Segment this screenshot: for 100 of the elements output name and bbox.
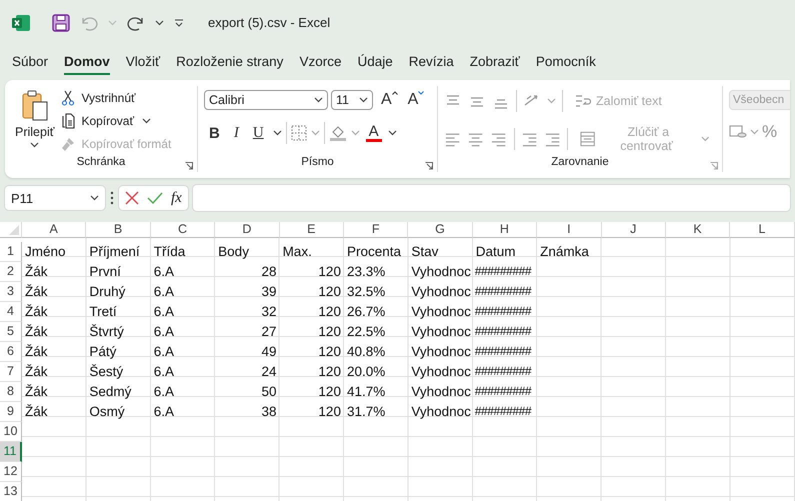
- column-header[interactable]: B: [86, 222, 151, 238]
- table-cell-text: 6.A: [152, 343, 176, 361]
- column-header[interactable]: I: [537, 222, 602, 238]
- more-options-icon[interactable]: [110, 191, 114, 205]
- row-header[interactable]: 11: [0, 442, 22, 462]
- excel-logo-icon: [12, 14, 30, 30]
- menu-tab[interactable]: Vzorce: [291, 50, 350, 72]
- table-cell-text: Žák: [24, 383, 49, 401]
- undo-icon[interactable]: [80, 14, 98, 30]
- table-cell-text: 32: [260, 303, 278, 321]
- table-cell-text: 6.A: [152, 403, 176, 421]
- table-cell-text: 120: [317, 383, 342, 401]
- table-cell-text: Datum: [474, 243, 516, 261]
- table-cell-text: Pátý: [88, 343, 118, 361]
- currency-caret-icon: [750, 129, 759, 135]
- row-header[interactable]: 2: [0, 262, 22, 282]
- orientation-caret-icon: [547, 98, 556, 104]
- table-cell-text: Vyhodnoc: [410, 363, 472, 381]
- column-header[interactable]: K: [666, 222, 730, 238]
- table-cell-text: Třída: [152, 243, 186, 261]
- down-caret-icon: [418, 91, 424, 95]
- table-cell-text: 6.A: [152, 383, 176, 401]
- row-header[interactable]: 12: [0, 462, 22, 482]
- align-center-icon[interactable]: [467, 131, 484, 147]
- row-header[interactable]: 1: [0, 242, 22, 262]
- table-cell-text: Sedmý: [88, 383, 132, 401]
- borders-icon[interactable]: [290, 125, 307, 141]
- clipboard-command[interactable]: Kopírovať: [58, 111, 174, 131]
- table-cell-text: 6.A: [152, 303, 176, 321]
- row-header[interactable]: 8: [0, 382, 22, 402]
- enter-check-icon[interactable]: [147, 191, 163, 205]
- decrease-indent-icon[interactable]: [520, 131, 538, 147]
- align-left-icon[interactable]: [444, 131, 462, 147]
- column-header[interactable]: J: [602, 222, 666, 238]
- align-right-icon[interactable]: [490, 131, 508, 147]
- table-cell-text: Příjmení: [88, 243, 141, 261]
- menu-tab[interactable]: Revízia: [400, 50, 462, 72]
- row-header[interactable]: 6: [0, 342, 22, 362]
- customize-toolbar-icon[interactable]: [174, 18, 184, 28]
- row-header[interactable]: 9: [0, 402, 22, 422]
- currency-format-icon[interactable]: [729, 124, 747, 140]
- up-caret-icon: [392, 91, 398, 95]
- table-cell-text: Vyhodnoc: [410, 343, 472, 361]
- menu-tab[interactable]: Domov: [56, 50, 118, 72]
- table-cell-text: Vyhodnoc: [410, 323, 472, 341]
- shrink-font-button[interactable]: A: [406, 91, 426, 109]
- bold-button[interactable]: B: [204, 124, 225, 142]
- table-cell-text: Vyhodnoc: [410, 303, 472, 321]
- cancel-icon[interactable]: [125, 191, 139, 205]
- dialog-launcher-icon[interactable]: [185, 162, 193, 170]
- name-box[interactable]: P11: [5, 186, 105, 210]
- table-cell-text: 120: [317, 343, 342, 361]
- column-header[interactable]: F: [344, 222, 408, 238]
- underline-button[interactable]: U: [248, 124, 269, 142]
- table-cell-text: 50: [260, 383, 278, 401]
- row-header[interactable]: 13: [0, 482, 22, 501]
- row-header[interactable]: 4: [0, 302, 22, 322]
- table-cell-text: 32.5%: [346, 283, 386, 301]
- font-color-button[interactable]: A: [364, 124, 384, 142]
- paste-button[interactable]: Prilepiť: [11, 86, 58, 156]
- row-header[interactable]: 10: [0, 422, 22, 442]
- increase-indent-icon[interactable]: [544, 131, 561, 147]
- insert-function-button[interactable]: fx: [171, 190, 182, 206]
- menu-tab[interactable]: Súbor: [4, 50, 56, 72]
- formula-input[interactable]: [192, 185, 790, 211]
- table-cell-text: #########: [474, 283, 532, 300]
- borders-caret-icon: [310, 130, 320, 136]
- merge-cells-icon: [580, 131, 596, 147]
- fill-color-icon[interactable]: [328, 124, 347, 142]
- table-cell-text: #########: [474, 403, 532, 420]
- group-label: Zarovnanie: [550, 156, 610, 170]
- menu-tab[interactable]: Vložiť: [118, 50, 168, 72]
- row-header[interactable]: 5: [0, 322, 22, 342]
- menu-tab[interactable]: Údaje: [349, 50, 401, 72]
- underline-caret-icon: [272, 130, 282, 136]
- row-header[interactable]: 3: [0, 282, 22, 302]
- grow-font-button[interactable]: A: [379, 91, 400, 109]
- save-icon[interactable]: [52, 14, 70, 32]
- column-header[interactable]: A: [22, 222, 86, 238]
- table-cell-text: Vyhodnoc: [410, 263, 472, 281]
- table-cell-text: Žák: [24, 403, 49, 421]
- menu-tab[interactable]: Pomocník: [528, 50, 604, 72]
- dialog-launcher-icon[interactable]: [425, 162, 433, 170]
- column-header[interactable]: H: [472, 222, 538, 238]
- italic-button[interactable]: I: [228, 124, 244, 142]
- column-header[interactable]: E: [280, 222, 344, 238]
- clipboard-command[interactable]: Vystrihnúť: [58, 88, 174, 108]
- font-size-dropdown[interactable]: 11: [331, 90, 373, 110]
- menu-tab[interactable]: Zobraziť: [462, 50, 528, 72]
- column-header[interactable]: L: [730, 222, 795, 238]
- font-name-dropdown[interactable]: Calibri: [204, 90, 328, 110]
- redo-caret-icon: [155, 20, 164, 26]
- table-cell-text: Max.: [282, 243, 313, 261]
- column-header[interactable]: G: [408, 222, 473, 238]
- column-header[interactable]: D: [215, 222, 280, 238]
- menu-tab[interactable]: Rozloženie strany: [168, 50, 292, 72]
- column-header[interactable]: C: [150, 222, 216, 238]
- redo-icon[interactable]: [127, 14, 145, 30]
- caret-icon: [30, 142, 40, 148]
- row-header[interactable]: 7: [0, 362, 22, 382]
